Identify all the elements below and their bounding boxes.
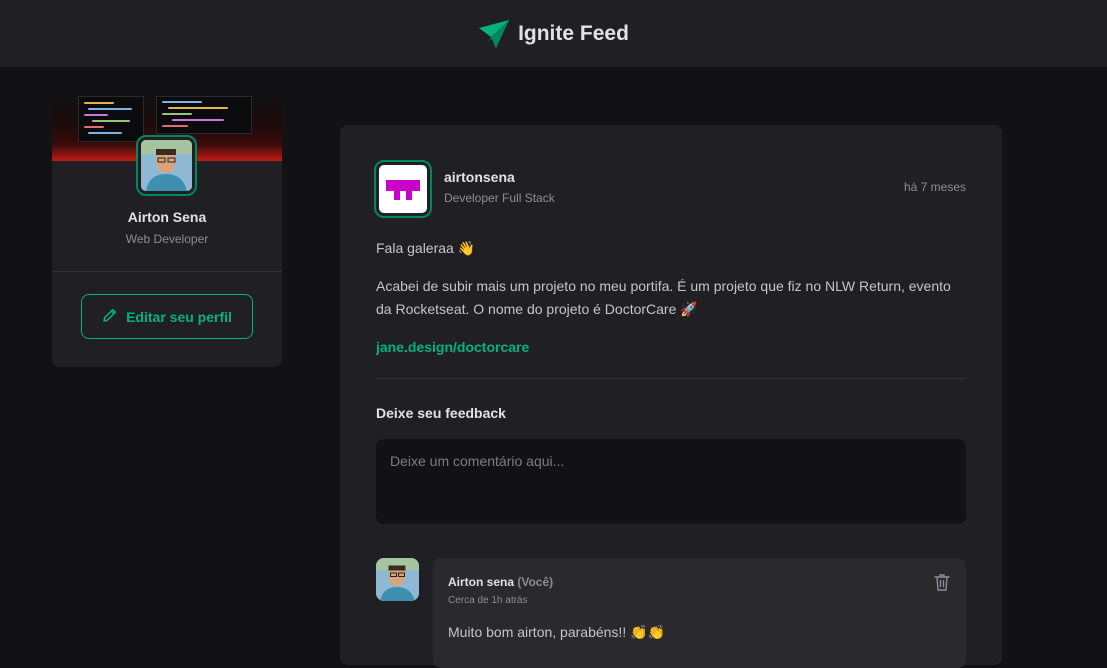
post-divider (376, 378, 966, 379)
comment-time: Cerca de 1h atrás (448, 595, 528, 606)
profile-sidebar: Airton Sena Web Developer Editar seu per… (52, 96, 282, 367)
edit-profile-button[interactable]: Editar seu perfil (81, 294, 253, 339)
pencil-icon (102, 307, 118, 326)
post-card: airtonsena Developer Full Stack há 7 mes… (340, 125, 1002, 668)
post-content: Fala galeraa 👋 Acabei de subir mais um p… (376, 237, 968, 374)
post-author-name[interactable]: airtonsena (444, 169, 515, 185)
comment-author-name[interactable]: Airton sena (448, 575, 514, 589)
profile-name: Airton Sena (127, 209, 207, 225)
edit-profile-label: Editar seu perfil (126, 308, 232, 325)
post-author-role: Developer Full Stack (444, 191, 555, 205)
post-paragraph: Fala galeraa 👋 (376, 240, 476, 256)
app-header: Ignite Feed (0, 0, 1107, 67)
post-link[interactable]: jane.design/doctorcare (376, 339, 529, 355)
comment-you-tag: (Você) (517, 575, 554, 589)
post-time: há 7 meses (903, 180, 966, 194)
sidebar-divider (52, 271, 282, 272)
post-paragraph: Acabei de subir mais um projeto no meu p… (376, 278, 951, 317)
feedback-title: Deixe seu feedback (376, 405, 506, 421)
comment-card: Airton sena (Você) Cerca de 1h atrás Mui… (433, 558, 966, 668)
comment-author: Airton sena (Você) (448, 575, 553, 589)
paper-plane-icon (478, 18, 510, 50)
trash-icon[interactable] (932, 572, 952, 592)
post-author-avatar[interactable] (374, 160, 432, 218)
profile-role: Web Developer (125, 232, 209, 246)
comment-text: Muito bom airton, parabéns!! 👏👏 (448, 624, 665, 640)
profile-avatar[interactable] (136, 135, 197, 196)
comment-author-avatar[interactable] (376, 558, 419, 601)
comment-input[interactable] (376, 439, 966, 524)
app-title: Ignite Feed (518, 21, 629, 45)
